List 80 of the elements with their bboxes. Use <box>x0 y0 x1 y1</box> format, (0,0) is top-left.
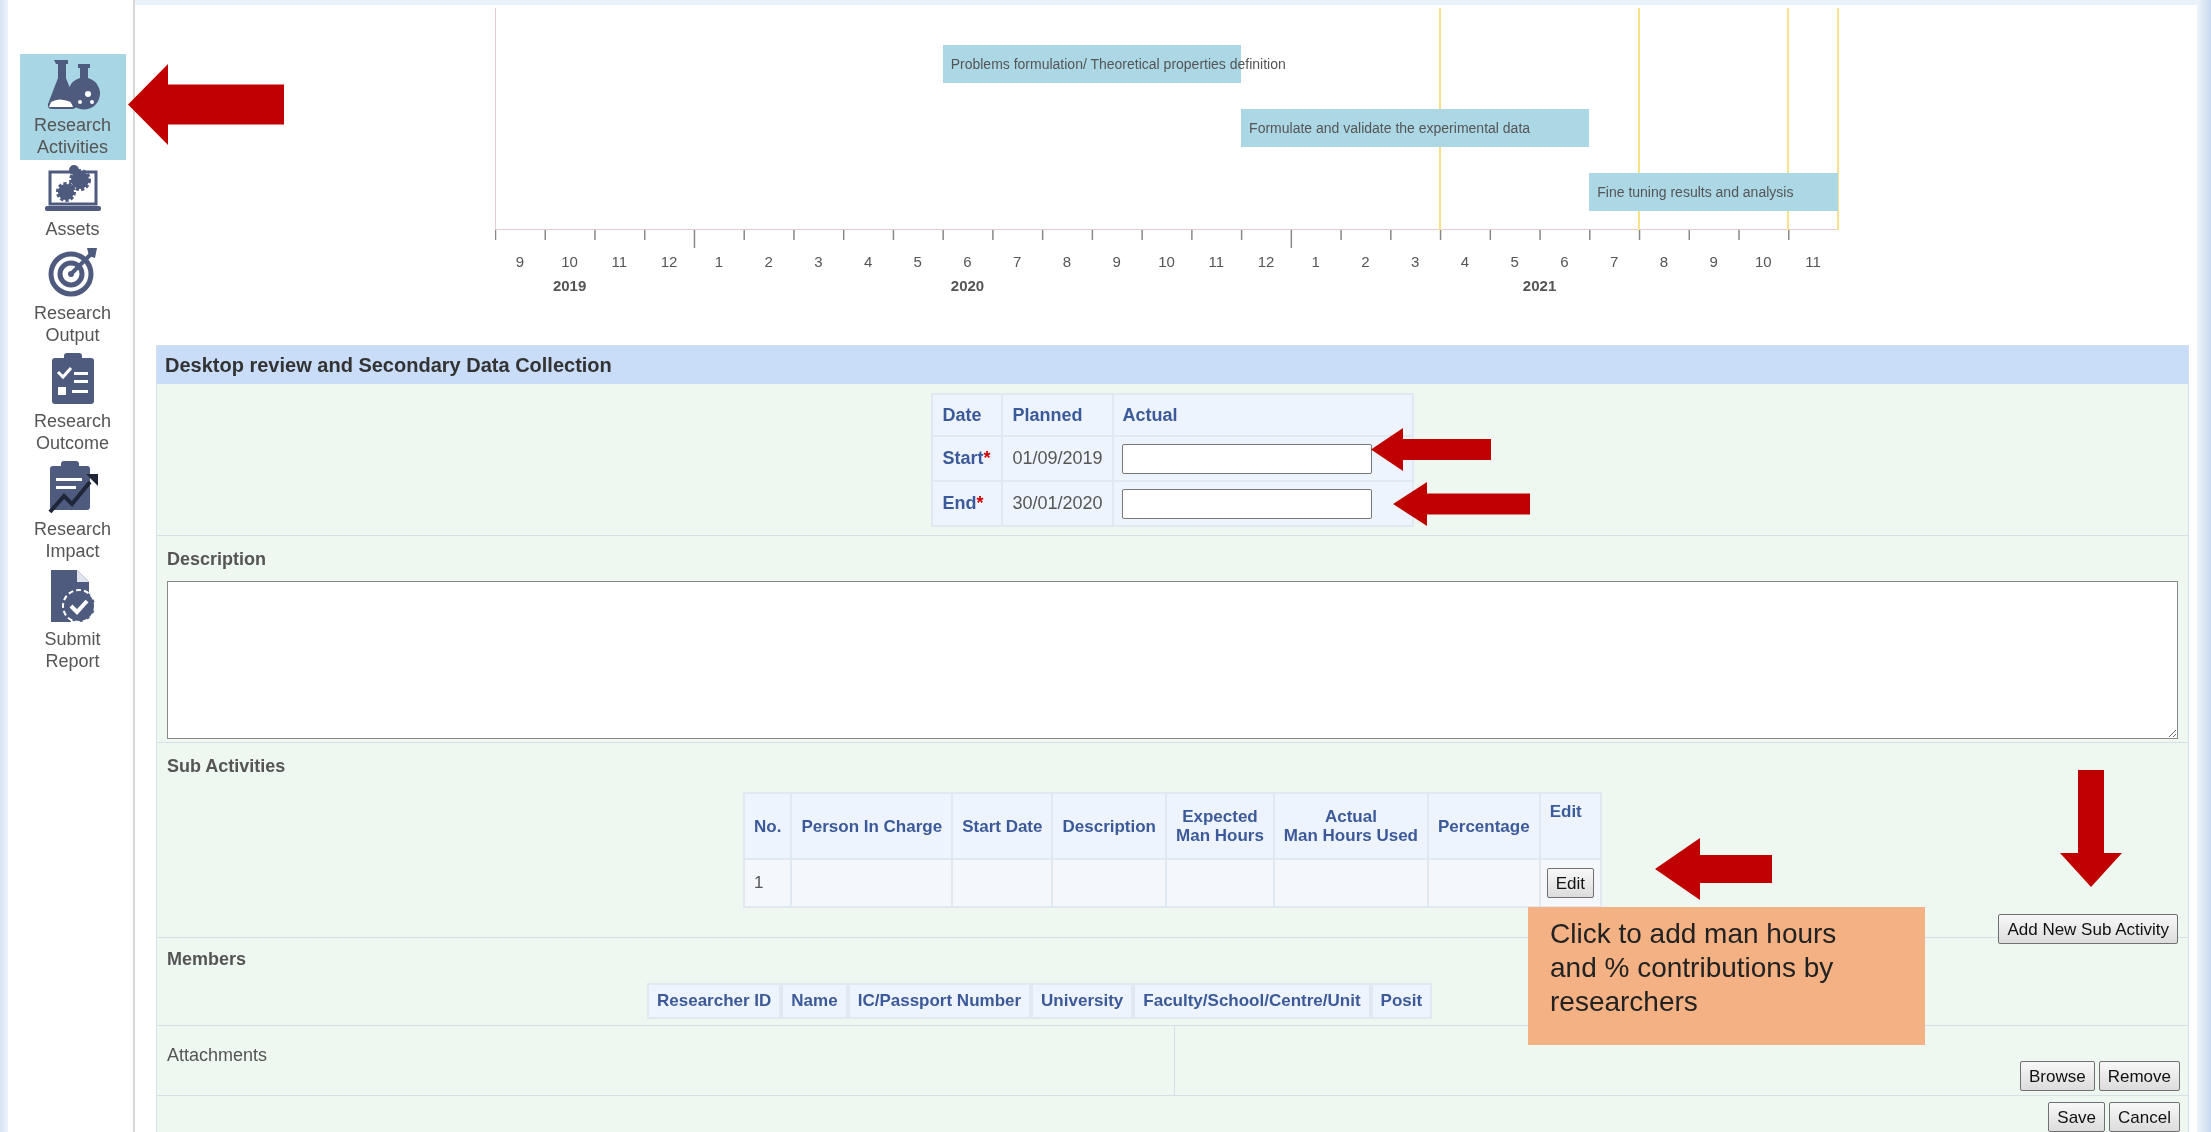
sidebar-item[interactable]: Research Activities <box>19 54 126 160</box>
month-label: 1 <box>1310 252 1321 272</box>
table-cell: 01/09/2019 <box>1002 436 1113 481</box>
date-input[interactable] <box>1121 443 1372 474</box>
task-label: Fine tuning results and analysis <box>1597 183 1794 201</box>
column-header: Date <box>932 394 1003 436</box>
month-label: 12 <box>1256 252 1276 272</box>
clipboard-checklist-icon <box>49 352 96 406</box>
month-label: 3 <box>1410 252 1421 272</box>
form-button[interactable]: Cancel <box>2109 1102 2180 1132</box>
add-sub-activity-button[interactable]: Add New Sub Activity <box>1998 914 2178 944</box>
column-header: IC/Passport Number <box>847 983 1032 1019</box>
column-header: Name <box>781 983 848 1019</box>
column-header: University <box>1031 983 1134 1019</box>
date-input[interactable] <box>1121 488 1372 519</box>
month-label: 5 <box>1509 252 1520 272</box>
table-cell: 1 <box>744 859 792 907</box>
panel-title: Desktop review and Secondary Data Collection <box>165 353 612 378</box>
column-header: Percentage <box>1428 793 1540 859</box>
attachment-button[interactable]: Browse <box>2020 1061 2095 1091</box>
form-button[interactable]: Save <box>2048 1102 2106 1132</box>
year-label: 2021 <box>1521 276 1558 296</box>
column-header: Edit <box>1539 793 1601 859</box>
column-header: Expected Man Hours <box>1166 793 1274 859</box>
column-header: Start Date <box>952 793 1053 859</box>
month-label: 7 <box>1609 252 1620 272</box>
column-header: Description <box>1052 793 1166 859</box>
sidebar-item[interactable]: Research Output <box>19 242 126 348</box>
column-header: Person In Charge <box>791 793 953 859</box>
section-label: Members <box>167 948 247 971</box>
month-label: 7 <box>1012 252 1023 272</box>
month-label: 4 <box>1459 252 1471 272</box>
target-arrow-icon <box>46 246 99 298</box>
month-label: 6 <box>1559 252 1570 272</box>
column-header: Faculty/School/Centre/Unit <box>1133 983 1371 1019</box>
sidebar-item[interactable]: Submit Report <box>19 564 126 674</box>
column-header: Researcher ID <box>647 983 782 1019</box>
month-label: 9 <box>514 252 526 272</box>
year-label: 2020 <box>949 276 986 296</box>
section-label: Sub Activities <box>167 755 287 778</box>
month-label: 4 <box>862 252 874 272</box>
column-header: No. <box>744 793 792 859</box>
column-header: Planned <box>1002 394 1113 436</box>
flasks-icon <box>45 58 100 110</box>
month-label: 5 <box>912 252 923 272</box>
month-label: 8 <box>1061 252 1073 272</box>
month-label: 6 <box>962 252 973 272</box>
month-label: 10 <box>1754 252 1773 272</box>
edit-button[interactable]: Edit <box>1546 868 1594 898</box>
month-label: 12 <box>659 252 679 272</box>
sidebar-item[interactable]: Research Impact <box>19 456 126 564</box>
task-label: Problems formulation/ Theoretical properties definition <box>950 55 1286 73</box>
laptop-gears-icon <box>43 164 102 214</box>
sidebar-item[interactable]: Assets <box>19 160 126 242</box>
month-label: 11 <box>610 252 629 272</box>
row-label: End* <box>932 481 1003 526</box>
month-label: 8 <box>1658 252 1670 272</box>
month-label: 10 <box>1157 252 1176 272</box>
column-header: Actual <box>1112 394 1413 436</box>
table-cell: 30/01/2020 <box>1002 481 1113 526</box>
sidebar-item[interactable]: Research Outcome <box>19 348 126 456</box>
month-label: 11 <box>1207 252 1225 272</box>
month-label: 10 <box>560 252 579 272</box>
section-label: Description <box>167 548 268 571</box>
description-field[interactable] <box>167 581 2178 739</box>
month-label: 9 <box>1708 252 1719 272</box>
task-label: Formulate and validate the experimental data <box>1249 119 1531 137</box>
month-label: 2 <box>1360 252 1371 272</box>
callout-text: Click to add man hours and % contributions by researchers <box>1550 918 1837 1017</box>
attachment-button[interactable]: Remove <box>2098 1061 2180 1091</box>
column-header: Posit <box>1370 983 1433 1019</box>
section-label: Attachments <box>167 1045 268 1065</box>
column-header: Actual Man Hours Used <box>1273 793 1428 859</box>
month-label: 2 <box>763 252 774 272</box>
month-label: 3 <box>813 252 824 272</box>
month-label: 11 <box>1804 252 1822 272</box>
row-label: Start* <box>932 436 1003 481</box>
year-label: 2019 <box>551 276 588 296</box>
month-label: 1 <box>713 252 724 272</box>
month-label: 9 <box>1111 252 1122 272</box>
